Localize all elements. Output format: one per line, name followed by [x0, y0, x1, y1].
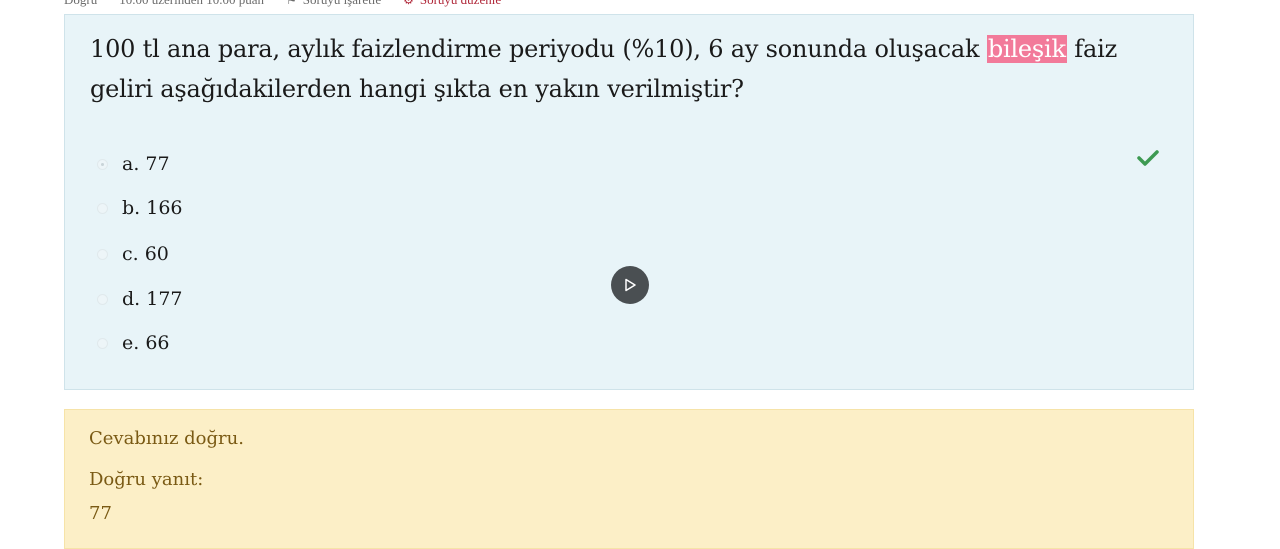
radio-button-b[interactable]	[97, 202, 108, 214]
question-text-before: 100 tl ana para, aylık faizlendirme peri…	[90, 35, 987, 63]
edit-question-label: Soruyu düzenle	[420, 0, 501, 8]
question-panel: 100 tl ana para, aylık faizlendirme peri…	[64, 14, 1194, 390]
answer-option-a[interactable]: a. 77	[97, 149, 170, 179]
play-icon	[625, 278, 636, 292]
play-button[interactable]	[611, 266, 649, 304]
answer-option-c[interactable]: c. 60	[97, 239, 169, 269]
answer-option-d[interactable]: d. 177	[97, 284, 183, 314]
correct-answer-label: Doğru yanıt:	[89, 469, 204, 490]
correct-answer-value: 77	[89, 503, 112, 524]
answer-label-a: a. 77	[122, 153, 170, 175]
radio-button-d[interactable]	[97, 293, 108, 305]
radio-button-c[interactable]	[97, 248, 108, 260]
answer-option-e[interactable]: e. 66	[97, 328, 170, 358]
answer-label-d: d. 177	[122, 288, 183, 310]
question-status: Doğru	[64, 0, 97, 8]
question-score: 10.00 üzerinden 10.00 puan	[119, 0, 264, 8]
question-info-bar: Doğru 10.00 üzerinden 10.00 puan ⚑ Soruy…	[64, 0, 501, 8]
edit-question-link[interactable]: ⚙ Soruyu düzenle	[403, 0, 501, 8]
flag-question-label: Soruyu işaretle	[303, 0, 381, 8]
answer-option-b[interactable]: b. 166	[97, 193, 183, 223]
answer-label-b: b. 166	[122, 197, 183, 219]
gear-icon: ⚙	[403, 0, 414, 8]
radio-button-e[interactable]	[97, 337, 108, 349]
question-text: 100 tl ana para, aylık faizlendirme peri…	[90, 29, 1175, 109]
flag-question-link[interactable]: ⚑ Soruyu işaretle	[286, 0, 381, 8]
check-icon	[1137, 150, 1159, 166]
flag-icon: ⚑	[286, 0, 297, 8]
feedback-result: Cevabınız doğru.	[89, 428, 244, 449]
answer-label-e: e. 66	[122, 332, 170, 354]
highlighted-word: bileşik	[986, 35, 1067, 63]
feedback-panel: Cevabınız doğru. Doğru yanıt: 77	[64, 409, 1194, 549]
radio-button-a[interactable]	[97, 158, 108, 170]
answer-label-c: c. 60	[122, 243, 169, 265]
